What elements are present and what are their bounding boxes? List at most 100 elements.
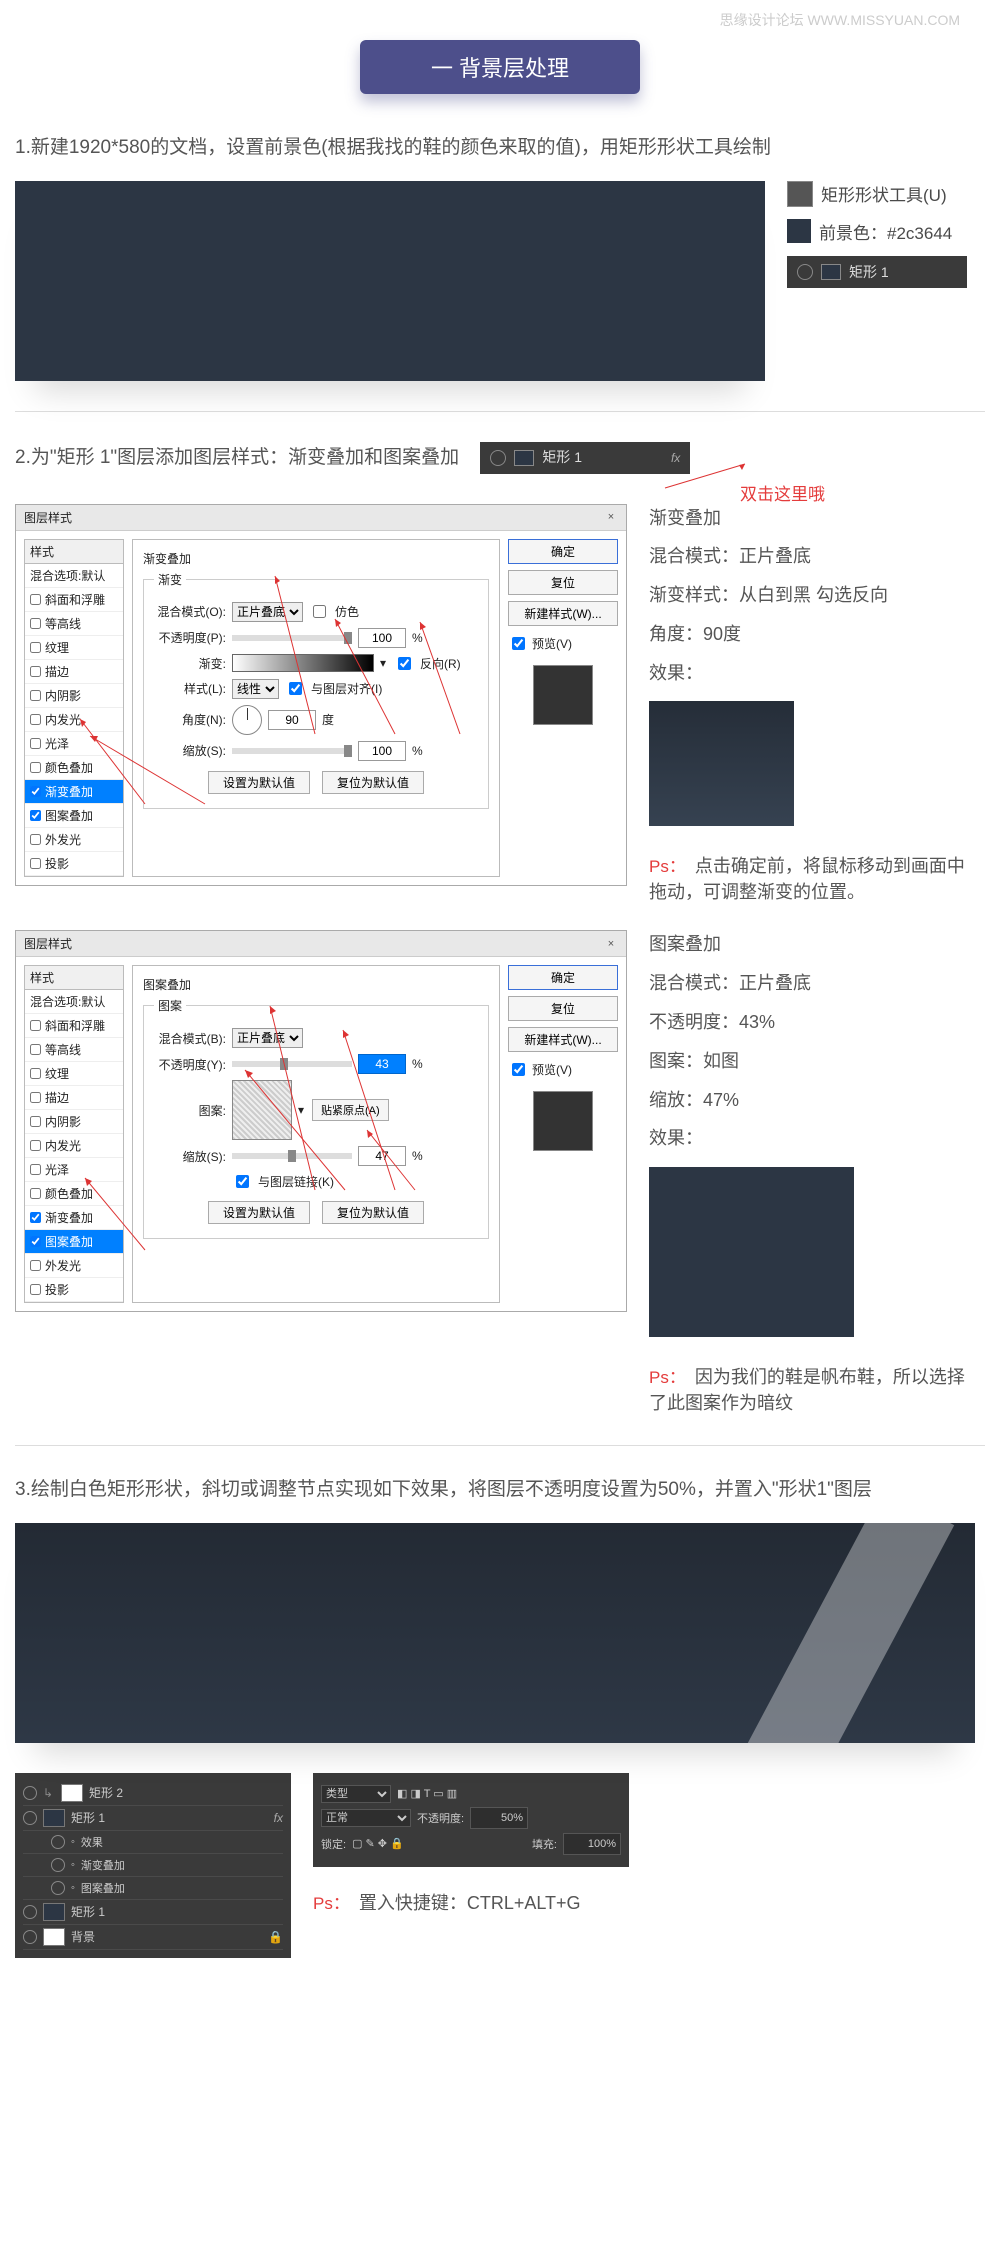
opt-color-overlay[interactable]: 颜色叠加 [25, 756, 123, 780]
layer-row-bg[interactable]: 背景 🔒 [23, 1925, 283, 1950]
layer-fx-grad[interactable]: ◦ 渐变叠加 [23, 1854, 283, 1877]
ps-label: Ps： [649, 857, 686, 876]
set-default-button[interactable]: 设置为默认值 [208, 771, 310, 794]
style-select[interactable]: 线性 [232, 679, 279, 699]
opt-texture[interactable]: 纹理 [25, 1062, 123, 1086]
blend-mode-select[interactable]: 正片叠底 [232, 1028, 303, 1048]
lock-label: 锁定: [321, 1836, 346, 1852]
opt-bevel[interactable]: 斜面和浮雕 [25, 1014, 123, 1038]
fill-value[interactable] [563, 1833, 621, 1855]
reverse-checkbox[interactable] [398, 657, 411, 670]
pct-label: % [412, 744, 423, 758]
opt-inner-glow[interactable]: 内发光 [25, 1134, 123, 1158]
opt-outer-glow[interactable]: 外发光 [25, 828, 123, 852]
opt-outer-glow[interactable]: 外发光 [25, 1254, 123, 1278]
opacity-input[interactable] [358, 1054, 406, 1074]
layer-row-rect1[interactable]: 矩形 1 fx [23, 1806, 283, 1831]
reset-button[interactable]: 复位 [508, 570, 618, 595]
opt-bevel[interactable]: 斜面和浮雕 [25, 588, 123, 612]
opt-stroke[interactable]: 描边 [25, 1086, 123, 1110]
layer-label: 矩形 2 [89, 1784, 123, 1801]
kind-select[interactable]: 类型 [321, 1785, 391, 1803]
reverse-label: 反向(R) [420, 655, 461, 672]
eye-icon[interactable] [23, 1905, 37, 1919]
gradient-label: 渐变: [154, 655, 226, 672]
eye-icon[interactable] [23, 1811, 37, 1825]
layers-panel: ↳ 矩形 2 矩形 1 fx ◦ 效果 ◦ 渐变叠加 ◦ 图案叠加 [15, 1773, 291, 1958]
opt-satin[interactable]: 光泽 [25, 1158, 123, 1182]
opacity-slider[interactable] [232, 635, 352, 641]
new-style-button[interactable]: 新建样式(W)... [508, 1027, 618, 1052]
grad-note-4: 效果： [649, 659, 969, 688]
angle-dial[interactable] [232, 705, 262, 735]
blend-defaults[interactable]: 混合选项:默认 [25, 564, 123, 588]
slash-shape [696, 1523, 954, 1743]
dither-checkbox[interactable] [313, 605, 326, 618]
layer-fx-label: 渐变叠加 [81, 1857, 125, 1873]
subgroup-legend: 图案 [154, 997, 186, 1014]
layer-thumb [61, 1784, 83, 1802]
pattern-picker[interactable] [232, 1080, 292, 1140]
layer-rect1-label: 矩形 1 [542, 447, 582, 468]
dialog-title: 图层样式 [24, 509, 72, 526]
opt-contour[interactable]: 等高线 [25, 612, 123, 636]
eye-icon[interactable] [51, 1858, 65, 1872]
eye-icon[interactable] [51, 1835, 65, 1849]
rect-tool-icon [787, 181, 813, 207]
link-layer-label: 与图层链接(K) [258, 1173, 334, 1190]
close-icon[interactable]: × [604, 510, 618, 524]
scale-input[interactable] [358, 1146, 406, 1166]
opt-pattern-overlay[interactable]: 图案叠加 [25, 804, 123, 828]
set-default-button[interactable]: 设置为默认值 [208, 1201, 310, 1224]
opt-gradient-overlay[interactable]: 渐变叠加 [25, 780, 123, 804]
opt-texture[interactable]: 纹理 [25, 636, 123, 660]
opacity-slider[interactable] [232, 1061, 352, 1067]
opt-stroke[interactable]: 描边 [25, 660, 123, 684]
opt-drop-shadow[interactable]: 投影 [25, 1278, 123, 1302]
scale-slider[interactable] [232, 1153, 352, 1159]
eye-icon[interactable] [23, 1930, 37, 1944]
eye-icon[interactable] [23, 1786, 37, 1800]
snap-origin-button[interactable]: 贴紧原点(A) [312, 1099, 389, 1121]
preview-thumb [533, 1091, 593, 1151]
opt-inner-shadow[interactable]: 内阴影 [25, 684, 123, 708]
opt-inner-shadow[interactable]: 内阴影 [25, 1110, 123, 1134]
layer-fx-effects[interactable]: ◦ 效果 [23, 1831, 283, 1854]
opacity-value[interactable] [470, 1807, 528, 1829]
link-layer-checkbox[interactable] [236, 1175, 249, 1188]
opt-inner-glow[interactable]: 内发光 [25, 708, 123, 732]
opt-pattern-overlay[interactable]: 图案叠加 [25, 1230, 123, 1254]
angle-label: 角度(N): [154, 711, 226, 728]
ok-button[interactable]: 确定 [508, 539, 618, 564]
ps-body: 置入快捷键：CTRL+ALT+G [359, 1893, 581, 1913]
group-title: 渐变叠加 [143, 550, 489, 567]
eye-icon[interactable] [51, 1881, 65, 1895]
layer-row-rect2[interactable]: ↳ 矩形 2 [23, 1781, 283, 1806]
opt-satin[interactable]: 光泽 [25, 732, 123, 756]
blend-select[interactable]: 正常 [321, 1809, 411, 1827]
scale-input[interactable] [358, 741, 406, 761]
reset-button[interactable]: 复位 [508, 996, 618, 1021]
opacity-input[interactable] [358, 628, 406, 648]
align-checkbox[interactable] [289, 682, 302, 695]
preview-checkbox[interactable] [512, 637, 525, 650]
opt-contour[interactable]: 等高线 [25, 1038, 123, 1062]
angle-input[interactable] [268, 710, 316, 730]
reset-default-button[interactable]: 复位为默认值 [322, 771, 424, 794]
gradient-picker[interactable] [232, 654, 374, 672]
pat-effect-preview [649, 1167, 854, 1337]
layer-row-rect1b[interactable]: 矩形 1 [23, 1900, 283, 1925]
layer-label: 矩形 1 [71, 1809, 105, 1826]
blend-defaults[interactable]: 混合选项:默认 [25, 990, 123, 1014]
opt-color-overlay[interactable]: 颜色叠加 [25, 1182, 123, 1206]
preview-checkbox[interactable] [512, 1063, 525, 1076]
ok-button[interactable]: 确定 [508, 965, 618, 990]
opt-gradient-overlay[interactable]: 渐变叠加 [25, 1206, 123, 1230]
scale-slider[interactable] [232, 748, 352, 754]
layer-fx-pat[interactable]: ◦ 图案叠加 [23, 1877, 283, 1900]
opt-drop-shadow[interactable]: 投影 [25, 852, 123, 876]
new-style-button[interactable]: 新建样式(W)... [508, 601, 618, 626]
close-icon[interactable]: × [604, 937, 618, 951]
reset-default-button[interactable]: 复位为默认值 [322, 1201, 424, 1224]
blend-mode-select[interactable]: 正片叠底 [232, 602, 303, 622]
